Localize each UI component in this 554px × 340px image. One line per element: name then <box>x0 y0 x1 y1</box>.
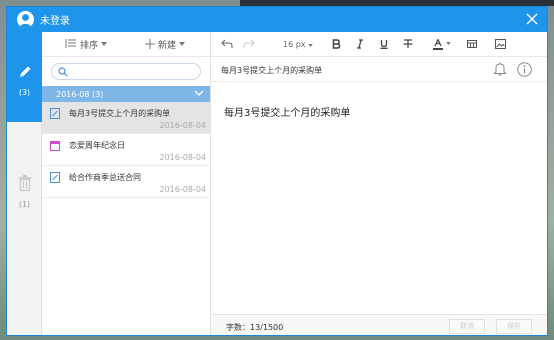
caret-down-icon[interactable] <box>446 42 451 45</box>
underline-icon[interactable] <box>379 39 389 49</box>
list-toolbar: 排序 新建 <box>42 32 210 57</box>
note-title: 每月3号提交上个月的采购单 <box>69 109 171 118</box>
note-date: 2016-08-04 <box>159 121 207 130</box>
search-input[interactable] <box>72 64 192 79</box>
note-date: 2016-08-04 <box>159 153 207 162</box>
caret-down-icon <box>308 44 313 47</box>
word-count: 字数：13/1500 <box>226 323 284 332</box>
plus-icon <box>145 39 156 49</box>
new-label: 新建 <box>158 40 177 51</box>
trash-count: (1) <box>18 200 31 209</box>
sort-label: 排序 <box>80 40 99 51</box>
pencil-icon <box>19 66 30 77</box>
bold-icon[interactable] <box>331 39 341 49</box>
title-bar: 未登录 <box>7 7 547 32</box>
left-rail: (3) (1) <box>7 32 42 335</box>
caret-down-icon <box>101 42 108 46</box>
italic-icon[interactable] <box>355 39 365 49</box>
search-box <box>51 63 201 80</box>
notes-window: 未登录 (3) (1) 排序 新建 2016-08 (3) 每月3号提交上个月的… <box>6 6 548 336</box>
close-icon[interactable] <box>525 12 539 26</box>
save-button[interactable]: 保存 <box>496 319 532 334</box>
font-color-icon[interactable] <box>433 39 443 50</box>
table-icon[interactable] <box>467 39 477 49</box>
new-note-button[interactable]: 新建 <box>145 38 186 51</box>
month-group-header[interactable]: 2016-08 (3) <box>42 86 210 102</box>
user-icon <box>19 14 32 28</box>
cancel-button[interactable]: 取消 <box>449 319 485 334</box>
note-title: 给合作商季总送合同 <box>69 173 141 182</box>
note-subject[interactable]: 每月3号提交上个月的采购单 <box>221 65 322 76</box>
sort-button[interactable]: 排序 <box>65 38 108 51</box>
note-icon <box>50 172 60 183</box>
font-size-value: 16 px <box>283 40 306 49</box>
rail-notes[interactable]: (3) <box>7 32 42 122</box>
trash-icon <box>18 175 31 192</box>
status-bar: 字数：13/1500 取消 保存 <box>211 314 547 335</box>
sort-icon <box>65 39 76 48</box>
avatar[interactable] <box>17 11 34 28</box>
list-item[interactable]: 恋爱周年纪念日 2016-08-04 <box>42 134 210 166</box>
search-icon <box>58 67 68 77</box>
info-icon[interactable] <box>517 62 532 77</box>
note-list-panel: 排序 新建 2016-08 (3) 每月3号提交上个月的采购单 2016-08-… <box>42 32 211 335</box>
list-item[interactable]: 每月3号提交上个月的采购单 2016-08-04 <box>42 102 210 134</box>
note-icon <box>50 108 60 119</box>
editor-panel: 16 px 每月3号提交上个月的采购单 每月3号提交上个月的采购单 字数：13/… <box>211 32 547 335</box>
strikethrough-icon[interactable] <box>403 39 413 49</box>
rail-trash[interactable]: (1) <box>7 150 42 220</box>
note-date: 2016-08-04 <box>159 185 207 194</box>
group-label: 2016-08 (3) <box>56 89 104 99</box>
caret-down-icon <box>179 42 186 46</box>
window-title: 未登录 <box>40 16 70 27</box>
list-item[interactable]: 给合作商季总送合同 2016-08-04 <box>42 166 210 198</box>
notes-count: (3) <box>18 88 31 97</box>
note-title: 恋爱周年纪念日 <box>69 141 125 150</box>
bell-icon[interactable] <box>493 62 507 76</box>
redo-icon[interactable] <box>243 39 255 49</box>
undo-icon[interactable] <box>221 39 233 49</box>
format-toolbar: 16 px <box>211 32 547 57</box>
note-subject-bar: 每月3号提交上个月的采购单 <box>211 57 547 82</box>
font-size-select[interactable]: 16 px <box>283 40 313 49</box>
calendar-icon <box>50 141 60 151</box>
chevron-down-icon <box>194 90 204 96</box>
image-icon[interactable] <box>495 39 506 49</box>
note-content[interactable]: 每月3号提交上个月的采购单 <box>224 104 350 119</box>
